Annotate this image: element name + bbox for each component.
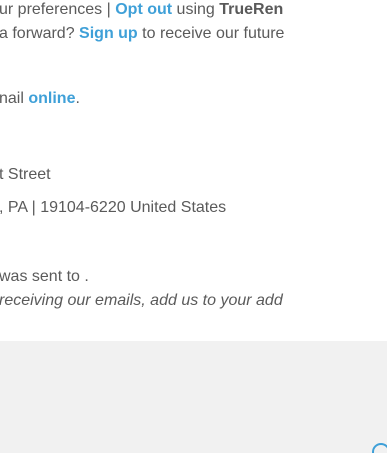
sign-up-link[interactable]: Sign up (79, 25, 138, 42)
sent-to-line: was sent to . (0, 268, 89, 285)
opt-out-link[interactable]: Opt out (115, 1, 172, 18)
view-online-link[interactable]: online (28, 90, 75, 107)
preferences-middle: using (172, 1, 220, 18)
email-footer-content: ur preferences | Opt out using TrueRen a… (0, 0, 387, 340)
preferences-prefix: ur preferences | (0, 1, 116, 18)
address-city-line: , PA | 19104-6220 United States (0, 199, 227, 216)
online-suffix: . (75, 90, 80, 107)
email-footer-page: ur preferences | Opt out using TrueRen a… (0, 0, 387, 453)
forward-prefix: a forward? (0, 25, 80, 42)
forward-line: a forward? Sign up to receive our future (0, 24, 284, 44)
online-prefix: nail (0, 90, 29, 107)
preferences-line: ur preferences | Opt out using TrueRen (0, 0, 283, 20)
forward-suffix: to receive our future (137, 25, 285, 42)
address-street: t Street (0, 166, 51, 183)
footer-band (0, 341, 387, 453)
brand-name: TrueRen (219, 1, 284, 18)
circle-icon (372, 443, 387, 453)
online-line: nail online. (0, 89, 80, 109)
add-to-address-book-line: receiving our emails, add us to your add (0, 292, 283, 309)
